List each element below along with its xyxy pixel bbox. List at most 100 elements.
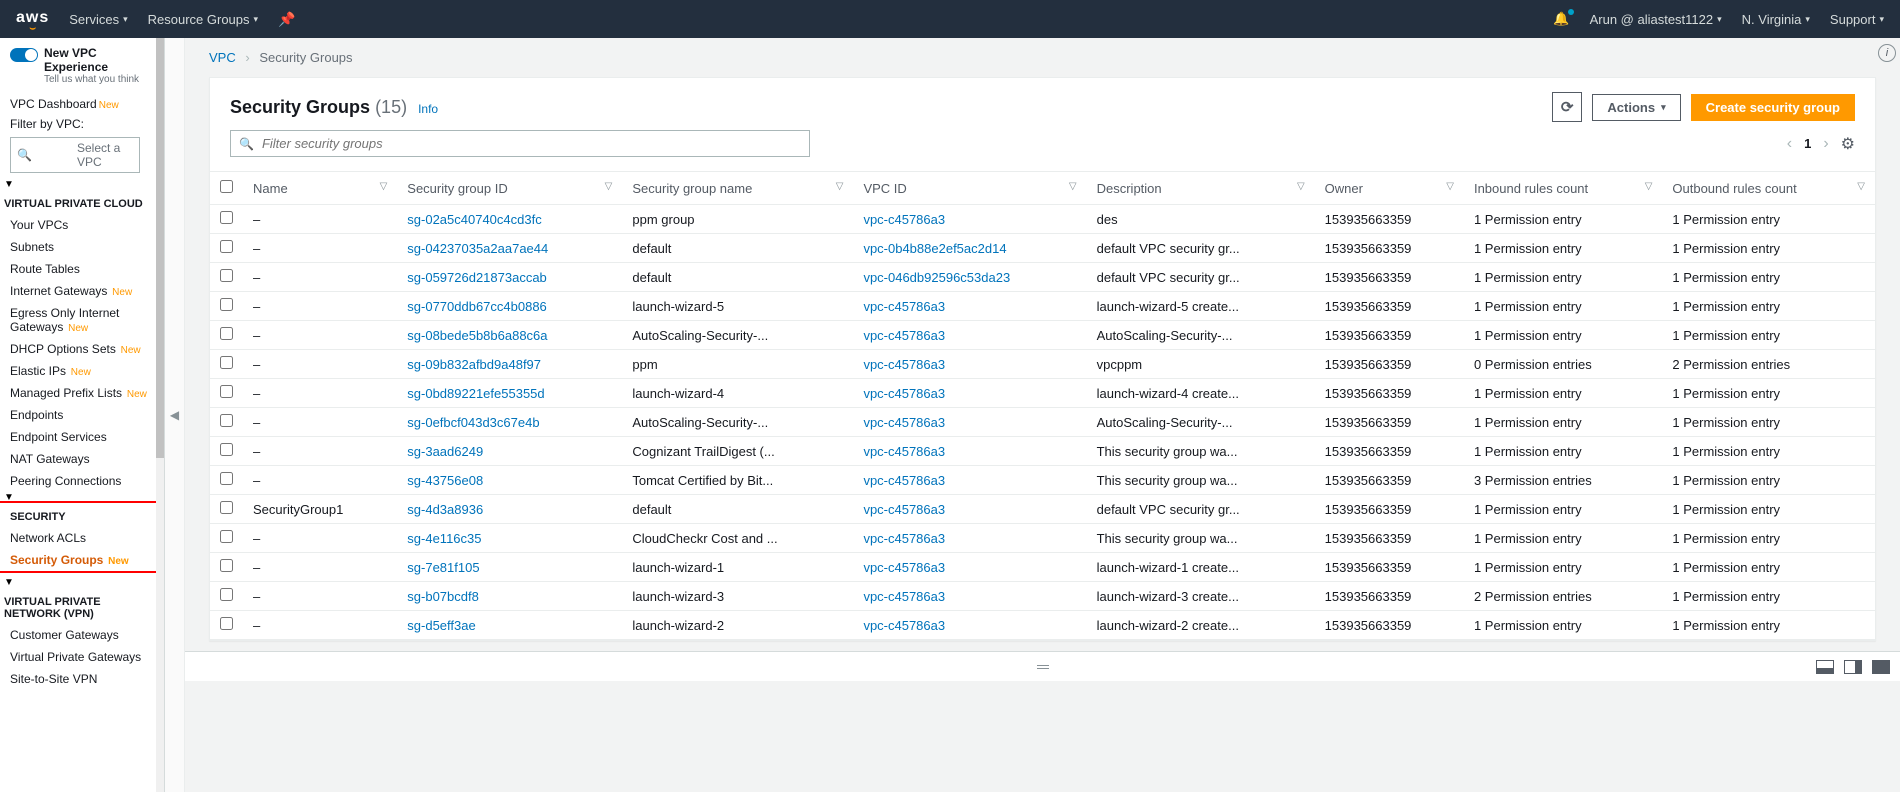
cell-vpc-id[interactable]: vpc-c45786a3 xyxy=(853,582,1086,611)
layout-full-icon[interactable] xyxy=(1872,660,1890,674)
new-experience-toggle[interactable] xyxy=(10,48,38,62)
cell-vpc-id[interactable]: vpc-c45786a3 xyxy=(853,495,1086,524)
column-header-4[interactable]: Description▽ xyxy=(1087,172,1315,205)
filter-search-box[interactable]: 🔍 xyxy=(230,130,810,157)
sidebar-item-vpn-0[interactable]: Customer Gateways xyxy=(0,624,164,646)
gear-icon[interactable]: ⚙ xyxy=(1841,134,1855,154)
cell-sg-id[interactable]: sg-0efbcf043d3c67e4b xyxy=(397,408,622,437)
row-checkbox[interactable] xyxy=(220,501,233,514)
cell-sg-id[interactable]: sg-059726d21873accab xyxy=(397,263,622,292)
cell-vpc-id[interactable]: vpc-c45786a3 xyxy=(853,350,1086,379)
cell-vpc-id[interactable]: vpc-c45786a3 xyxy=(853,553,1086,582)
row-checkbox[interactable] xyxy=(220,559,233,572)
filter-input[interactable] xyxy=(262,136,801,151)
layout-right-icon[interactable] xyxy=(1844,660,1862,674)
sidebar-item-dashboard[interactable]: VPC DashboardNew xyxy=(0,93,164,115)
column-header-6[interactable]: Inbound rules count▽ xyxy=(1464,172,1662,205)
column-header-7[interactable]: Outbound rules count▽ xyxy=(1662,172,1875,205)
cell-vpc-id[interactable]: vpc-c45786a3 xyxy=(853,466,1086,495)
sidebar-item-vpc-4[interactable]: Egress Only Internet Gateways New xyxy=(0,302,164,338)
cell-sg-id[interactable]: sg-4d3a8936 xyxy=(397,495,622,524)
row-checkbox[interactable] xyxy=(220,472,233,485)
row-checkbox[interactable] xyxy=(220,269,233,282)
sidebar-item-security-1[interactable]: Security Groups New xyxy=(0,549,164,571)
row-checkbox[interactable] xyxy=(220,240,233,253)
pin-icon[interactable]: 📌 xyxy=(278,11,295,28)
sidebar-item-vpc-2[interactable]: Route Tables xyxy=(0,258,164,280)
create-security-group-button[interactable]: Create security group xyxy=(1691,94,1855,121)
row-checkbox[interactable] xyxy=(220,298,233,311)
cell-vpc-id[interactable]: vpc-c45786a3 xyxy=(853,292,1086,321)
row-checkbox[interactable] xyxy=(220,414,233,427)
sidebar-item-vpc-11[interactable]: Peering Connections xyxy=(0,470,164,492)
sidebar-item-vpc-8[interactable]: Endpoints xyxy=(0,404,164,426)
cell-vpc-id[interactable]: vpc-046db92596c53da23 xyxy=(853,263,1086,292)
breadcrumb-root[interactable]: VPC xyxy=(209,50,236,65)
column-header-5[interactable]: Owner▽ xyxy=(1315,172,1464,205)
notifications-icon[interactable]: 🔔 xyxy=(1553,11,1569,27)
cell-sg-id[interactable]: sg-b07bcdf8 xyxy=(397,582,622,611)
column-header-1[interactable]: Security group ID▽ xyxy=(397,172,622,205)
nav-services[interactable]: Services▾ xyxy=(69,12,127,27)
row-checkbox[interactable] xyxy=(220,530,233,543)
collapse-caret-icon[interactable]: ▼ xyxy=(0,179,164,190)
sidebar-item-vpc-5[interactable]: DHCP Options Sets New xyxy=(0,338,164,360)
column-header-2[interactable]: Security group name▽ xyxy=(622,172,853,205)
column-header-3[interactable]: VPC ID▽ xyxy=(853,172,1086,205)
column-header-0[interactable]: Name▽ xyxy=(243,172,397,205)
select-all-checkbox[interactable] xyxy=(220,180,233,193)
page-next-icon[interactable]: › xyxy=(1823,135,1828,153)
row-checkbox[interactable] xyxy=(220,327,233,340)
sidebar-scrollbar[interactable] xyxy=(156,38,164,792)
cell-vpc-id[interactable]: vpc-c45786a3 xyxy=(853,205,1086,234)
sidebar-item-vpc-9[interactable]: Endpoint Services xyxy=(0,426,164,448)
cell-sg-id[interactable]: sg-3aad6249 xyxy=(397,437,622,466)
sidebar-item-vpc-7[interactable]: Managed Prefix Lists New xyxy=(0,382,164,404)
nav-resource-groups[interactable]: Resource Groups▾ xyxy=(148,12,258,27)
row-checkbox[interactable] xyxy=(220,385,233,398)
sidebar-item-vpc-6[interactable]: Elastic IPs New xyxy=(0,360,164,382)
cell-sg-id[interactable]: sg-08bede5b8b6a88c6a xyxy=(397,321,622,350)
aws-logo[interactable]: aws⌣ xyxy=(16,9,49,30)
cell-sg-id[interactable]: sg-0770ddb67cc4b0886 xyxy=(397,292,622,321)
sidebar-item-vpc-1[interactable]: Subnets xyxy=(0,236,164,258)
cell-sg-id[interactable]: sg-0bd89221efe55355d xyxy=(397,379,622,408)
row-checkbox[interactable] xyxy=(220,211,233,224)
refresh-button[interactable]: ⟳ xyxy=(1552,92,1583,122)
nav-user[interactable]: Arun @ aliastest1122▾ xyxy=(1590,12,1722,27)
sidebar-collapse-strip[interactable]: ◀ xyxy=(165,38,185,792)
cell-vpc-id[interactable]: vpc-c45786a3 xyxy=(853,437,1086,466)
sidebar-item-vpn-2[interactable]: Site-to-Site VPN xyxy=(0,668,164,690)
row-checkbox[interactable] xyxy=(220,443,233,456)
row-checkbox[interactable] xyxy=(220,356,233,369)
sidebar-item-security-0[interactable]: Network ACLs xyxy=(0,527,164,549)
cell-sg-id[interactable]: sg-43756e08 xyxy=(397,466,622,495)
nav-region[interactable]: N. Virginia▾ xyxy=(1742,12,1810,27)
info-link[interactable]: Info xyxy=(418,102,438,116)
details-pane-splitter[interactable] xyxy=(185,651,1900,681)
cell-vpc-id[interactable]: vpc-0b4b88e2ef5ac2d14 xyxy=(853,234,1086,263)
cell-sg-id[interactable]: sg-4e116c35 xyxy=(397,524,622,553)
cell-sg-id[interactable]: sg-09b832afbd9a48f97 xyxy=(397,350,622,379)
sidebar-item-vpc-3[interactable]: Internet Gateways New xyxy=(0,280,164,302)
collapse-caret-icon[interactable]: ▼ xyxy=(0,577,164,588)
row-checkbox[interactable] xyxy=(220,617,233,630)
cell-vpc-id[interactable]: vpc-c45786a3 xyxy=(853,408,1086,437)
actions-button[interactable]: Actions▾ xyxy=(1592,94,1680,121)
cell-sg-id[interactable]: sg-02a5c40740c4cd3fc xyxy=(397,205,622,234)
info-panel-icon[interactable]: i xyxy=(1878,44,1896,62)
sidebar-item-vpn-1[interactable]: Virtual Private Gateways xyxy=(0,646,164,668)
cell-sg-id[interactable]: sg-d5eff3ae xyxy=(397,611,622,640)
sidebar-item-vpc-0[interactable]: Your VPCs xyxy=(0,214,164,236)
cell-vpc-id[interactable]: vpc-c45786a3 xyxy=(853,379,1086,408)
vpc-filter-select[interactable]: 🔍 Select a VPC xyxy=(10,137,140,173)
cell-vpc-id[interactable]: vpc-c45786a3 xyxy=(853,611,1086,640)
cell-sg-id[interactable]: sg-04237035a2aa7ae44 xyxy=(397,234,622,263)
cell-vpc-id[interactable]: vpc-c45786a3 xyxy=(853,524,1086,553)
layout-bottom-icon[interactable] xyxy=(1816,660,1834,674)
nav-support[interactable]: Support▾ xyxy=(1830,12,1884,27)
row-checkbox[interactable] xyxy=(220,588,233,601)
sidebar-item-vpc-10[interactable]: NAT Gateways xyxy=(0,448,164,470)
page-prev-icon[interactable]: ‹ xyxy=(1787,135,1792,153)
cell-vpc-id[interactable]: vpc-c45786a3 xyxy=(853,321,1086,350)
